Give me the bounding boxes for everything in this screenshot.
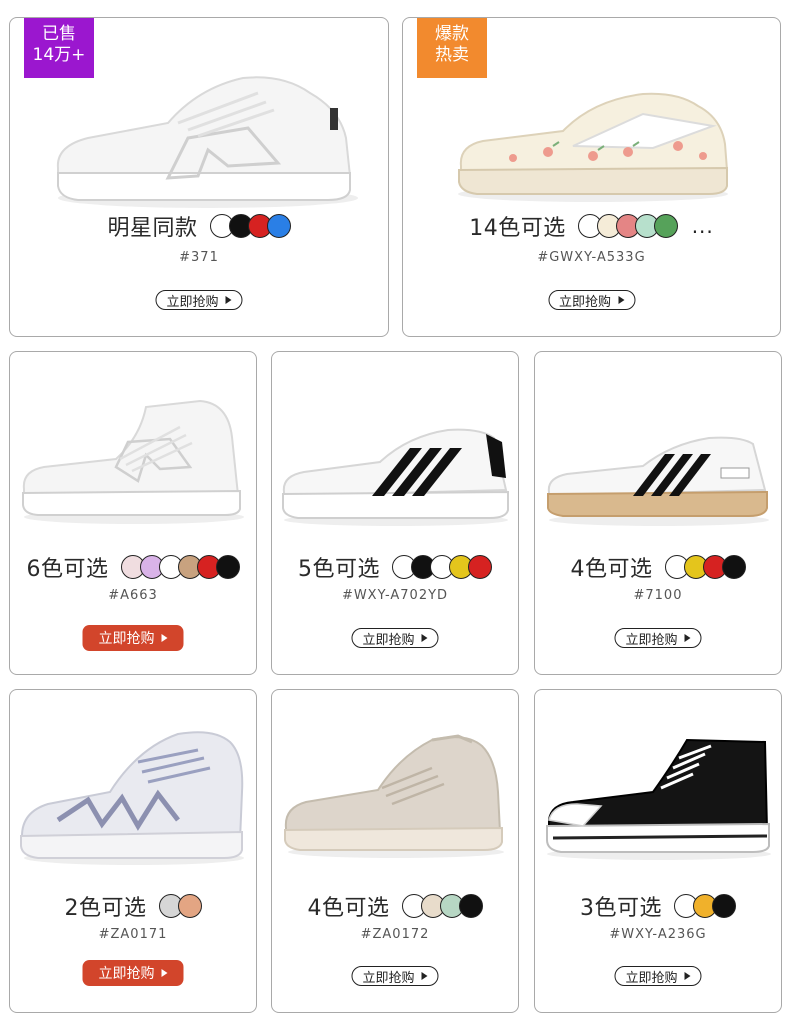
product-title: 4色可选 — [570, 557, 653, 582]
shoe-image[interactable] — [453, 86, 733, 206]
shoe-image[interactable] — [545, 432, 773, 528]
color-swatches — [674, 894, 736, 918]
color-swatches — [209, 214, 291, 238]
color-swatch[interactable] — [721, 555, 746, 579]
arrow-right-icon — [684, 634, 691, 642]
color-swatch[interactable] — [712, 894, 736, 918]
product-card[interactable]: 2色可选 #ZA0171 立即抢购 — [9, 689, 257, 1013]
product-title: 14色可选 — [469, 216, 566, 241]
sales-badge: 已售 14万+ — [24, 18, 94, 78]
shoe-image[interactable] — [18, 728, 250, 868]
shoe-image[interactable] — [48, 68, 363, 218]
product-card[interactable]: 3色可选 #WXY-A236G 立即抢购 — [534, 689, 782, 1013]
buy-now-button[interactable]: 立即抢购 — [614, 966, 702, 986]
arrow-right-icon — [618, 296, 625, 304]
product-code: #371 — [179, 250, 219, 265]
color-swatches — [401, 894, 483, 918]
product-card[interactable]: 4色可选 #7100 立即抢购 — [534, 351, 782, 675]
buy-now-button[interactable]: 立即抢购 — [351, 966, 439, 986]
arrow-right-icon — [421, 972, 428, 980]
product-code: #A663 — [108, 588, 158, 603]
product-code: #7100 — [633, 588, 683, 603]
color-swatch[interactable] — [458, 894, 483, 918]
arrow-right-icon — [161, 634, 168, 642]
buy-now-button[interactable]: 立即抢购 — [82, 625, 184, 651]
product-title: 4色可选 — [307, 896, 390, 921]
product-card[interactable]: 爆款 热卖 14色可选 ... #GWXY-A533G 立即抢购 — [402, 17, 781, 337]
color-swatches — [392, 555, 492, 579]
color-swatch[interactable] — [653, 214, 678, 238]
color-swatch[interactable] — [177, 894, 202, 918]
shoe-image[interactable] — [20, 397, 248, 527]
shoe-image[interactable] — [543, 734, 775, 862]
product-title: 5色可选 — [298, 557, 380, 582]
product-code: #WXY-A702YD — [341, 588, 449, 603]
product-title: 明星同款 — [107, 216, 198, 241]
color-swatches — [577, 214, 678, 238]
buy-now-button[interactable]: 立即抢购 — [82, 960, 184, 986]
product-card[interactable]: 5色可选 #WXY-A702YD 立即抢购 — [271, 351, 519, 675]
color-swatch[interactable] — [468, 555, 492, 579]
product-card[interactable]: 6色可选 #A663 立即抢购 — [9, 351, 257, 675]
product-title: 6色可选 — [26, 557, 109, 582]
buy-now-button[interactable]: 立即抢购 — [547, 290, 636, 310]
product-code: #WXY-A236G — [609, 927, 707, 942]
more-colors-indicator[interactable]: ... — [692, 214, 714, 238]
arrow-right-icon — [225, 296, 232, 304]
product-code: #ZA0172 — [360, 927, 430, 942]
color-swatches — [664, 555, 746, 579]
product-card[interactable]: 4色可选 #ZA0172 立即抢购 — [271, 689, 519, 1013]
buy-now-button[interactable]: 立即抢购 — [614, 628, 702, 648]
arrow-right-icon — [421, 634, 428, 642]
shoe-image[interactable] — [282, 732, 510, 860]
product-title: 2色可选 — [64, 896, 147, 921]
shoe-image[interactable] — [280, 420, 512, 528]
color-swatches — [120, 555, 240, 579]
product-title: 3色可选 — [580, 896, 662, 921]
arrow-right-icon — [684, 972, 691, 980]
buy-now-button[interactable]: 立即抢购 — [351, 628, 439, 648]
buy-now-button[interactable]: 立即抢购 — [155, 290, 243, 310]
product-code: #GWXY-A533G — [537, 250, 646, 265]
color-swatch[interactable] — [266, 214, 291, 238]
hot-sale-badge: 爆款 热卖 — [417, 18, 487, 78]
arrow-right-icon — [161, 969, 168, 977]
product-card[interactable]: 已售 14万+ 明星同款 #371 立即抢购 — [9, 17, 389, 337]
product-code: #ZA0171 — [98, 927, 168, 942]
color-swatches — [158, 894, 202, 918]
color-swatch[interactable] — [215, 555, 240, 579]
